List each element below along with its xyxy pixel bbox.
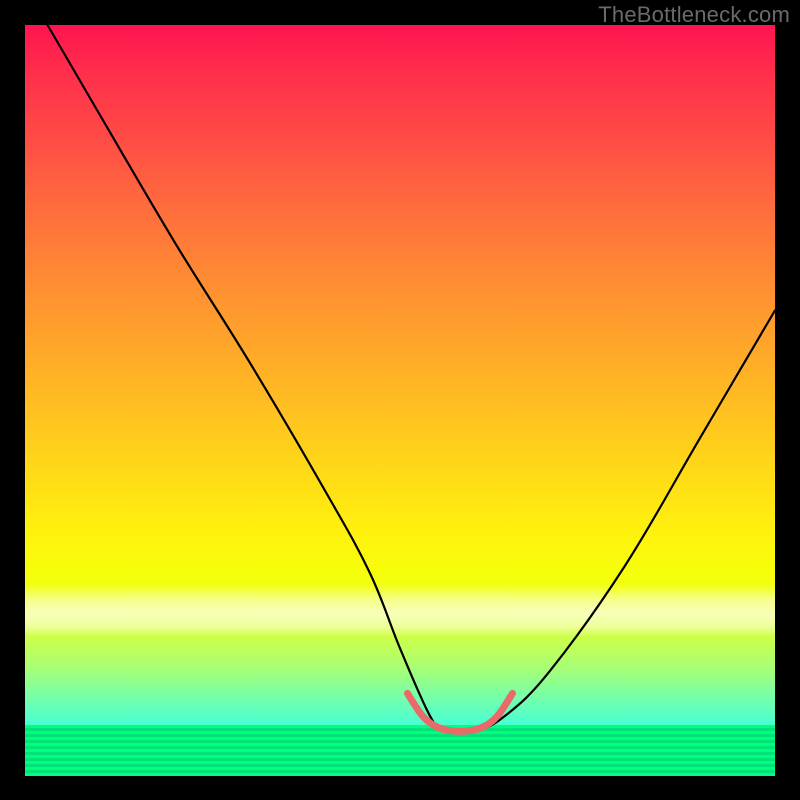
chart-frame: TheBottleneck.com bbox=[0, 0, 800, 800]
valley-highlight bbox=[408, 693, 513, 731]
bottleneck-curve bbox=[48, 25, 776, 733]
plot-area bbox=[25, 25, 775, 776]
watermark-text: TheBottleneck.com bbox=[598, 2, 790, 28]
curve-layer bbox=[25, 25, 775, 776]
